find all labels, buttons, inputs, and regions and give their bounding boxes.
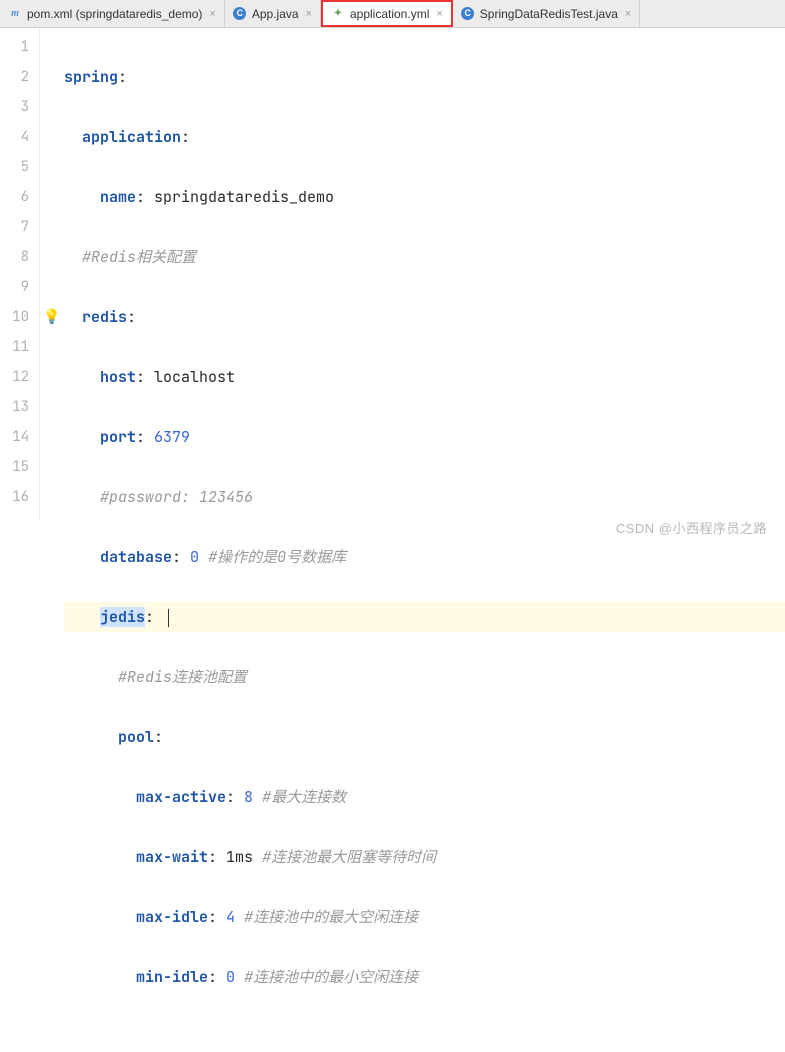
yaml-key: max-active — [136, 787, 226, 807]
java-class-icon: C — [461, 7, 475, 21]
tab-label: application.yml — [350, 7, 429, 21]
line-number: 2 — [0, 62, 29, 92]
yaml-key: port — [100, 427, 136, 447]
line-number: 5 — [0, 152, 29, 182]
line-number: 15 — [0, 452, 29, 482]
yaml-key: max-wait — [136, 847, 208, 867]
line-number: 13 — [0, 392, 29, 422]
yaml-value: 1ms — [226, 847, 253, 867]
yaml-key: pool — [118, 727, 154, 747]
tab-label: SpringDataRedisTest.java — [480, 7, 618, 21]
yaml-key: spring — [64, 67, 118, 87]
yaml-value: 0 — [226, 967, 235, 987]
tab-springdataredistest[interactable]: C SpringDataRedisTest.java × — [453, 0, 641, 27]
yaml-comment: #连接池中的最小空闲连接 — [235, 967, 418, 987]
yaml-key: redis — [82, 307, 127, 327]
tab-label: App.java — [252, 7, 299, 21]
close-icon[interactable]: × — [625, 8, 631, 20]
close-icon[interactable]: × — [436, 8, 442, 20]
watermark-text: CSDN @小西程序员之路 — [616, 518, 767, 537]
code-area[interactable]: spring: application: name: springdatared… — [64, 28, 785, 519]
close-icon[interactable]: × — [209, 8, 215, 20]
line-number: 4 — [0, 122, 29, 152]
yaml-value: 6379 — [154, 427, 190, 447]
line-number-gutter: 1 2 3 4 5 6 7 8 9 10 11 12 13 14 15 16 — [0, 28, 40, 519]
yaml-comment: #Redis连接池配置 — [118, 667, 247, 687]
yaml-value: 0 — [190, 547, 199, 567]
lightbulb-icon[interactable]: 💡 — [40, 302, 64, 332]
yaml-key: min-idle — [136, 967, 208, 987]
yaml-comment: #操作的是0号数据库 — [199, 547, 346, 567]
yaml-comment: #最大连接数 — [253, 787, 346, 807]
line-number: 9 — [0, 272, 29, 302]
tab-pom-xml[interactable]: m pom.xml (springdataredis_demo) × — [0, 0, 225, 27]
line-number: 10 — [0, 302, 29, 332]
yaml-key: application — [82, 127, 181, 147]
line-number: 3 — [0, 92, 29, 122]
yaml-key: database — [100, 547, 172, 567]
tab-app-java[interactable]: C App.java × — [225, 0, 321, 27]
maven-icon: m — [8, 7, 22, 21]
line-number: 7 — [0, 212, 29, 242]
yaml-value: 4 — [226, 907, 235, 927]
yaml-key: name — [100, 187, 136, 207]
yaml-key: host — [100, 367, 136, 387]
yaml-comment: #连接池最大阻塞等待时间 — [253, 847, 436, 867]
yaml-key: jedis — [100, 607, 145, 627]
yaml-comment: #连接池中的最大空闲连接 — [235, 907, 418, 927]
code-editor[interactable]: 1 2 3 4 5 6 7 8 9 10 11 12 13 14 15 16 💡… — [0, 28, 785, 519]
line-number: 1 — [0, 32, 29, 62]
gutter-icons: 💡 — [40, 28, 64, 519]
line-number: 12 — [0, 362, 29, 392]
yaml-key: max-idle — [136, 907, 208, 927]
line-number: 11 — [0, 332, 29, 362]
java-class-icon: C — [233, 7, 247, 21]
line-number: 6 — [0, 182, 29, 212]
editor-tabs: m pom.xml (springdataredis_demo) × C App… — [0, 0, 785, 28]
yaml-comment: #Redis相关配置 — [82, 247, 196, 267]
line-number: 8 — [0, 242, 29, 272]
line-number: 14 — [0, 422, 29, 452]
tab-label: pom.xml (springdataredis_demo) — [27, 7, 202, 21]
yaml-icon: ✦ — [331, 7, 345, 21]
yaml-comment: #password: 123456 — [100, 487, 253, 507]
tab-application-yml[interactable]: ✦ application.yml × — [321, 0, 453, 27]
line-number: 16 — [0, 482, 29, 512]
yaml-value: 8 — [244, 787, 253, 807]
yaml-value: localhost — [154, 367, 235, 387]
close-icon[interactable]: × — [306, 8, 312, 20]
text-cursor — [168, 609, 169, 627]
yaml-value: springdataredis_demo — [154, 187, 334, 207]
